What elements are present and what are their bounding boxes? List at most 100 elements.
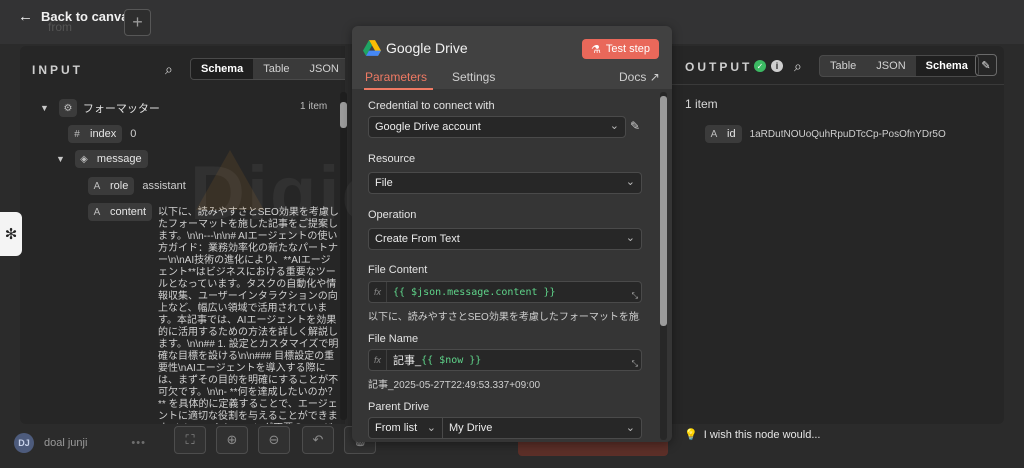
tree-row-message[interactable]: ▼ ◈ message xyxy=(56,150,148,168)
output-tab-json[interactable]: JSON xyxy=(866,56,915,76)
resource-value: File xyxy=(375,177,393,189)
fit-view-button[interactable]: ⛶ xyxy=(174,426,206,454)
output-tab-schema[interactable]: Schema xyxy=(915,56,978,76)
input-scrollbar-thumb[interactable] xyxy=(340,102,347,128)
node-tabs: Parameters Settings Docs ↗ xyxy=(352,66,672,90)
resource-select[interactable]: File ⌄ xyxy=(368,172,642,194)
chevron-down-icon: ⌄ xyxy=(625,176,635,188)
field-pill-id[interactable]: A id xyxy=(705,125,742,143)
node-icon: ⚙ xyxy=(58,99,77,117)
input-tab-table[interactable]: Table xyxy=(253,59,299,79)
parent-drive-mode-select[interactable]: From list ⌄ xyxy=(369,418,443,438)
node-scrollbar[interactable] xyxy=(660,92,667,440)
chevron-down-icon[interactable]: ▼ xyxy=(56,154,65,164)
expression-icon: fx xyxy=(369,350,387,370)
string-type-icon: A xyxy=(93,180,101,192)
field-key-id: id xyxy=(727,128,736,140)
divider xyxy=(672,84,1004,85)
output-view-tabs: Table JSON Schema xyxy=(819,55,979,77)
parent-drive-mode: From list xyxy=(375,422,418,434)
node-settings-panel: Google Drive ⚗ Test step Parameters Sett… xyxy=(352,26,672,442)
input-panel: INPUT ⌕ Schema Table JSON ▼ ⚙ フォーマッター 1 … xyxy=(20,46,345,424)
undo-button[interactable]: ↶ xyxy=(302,426,334,454)
success-check-icon: ✓ xyxy=(754,60,766,72)
field-pill-index[interactable]: # index xyxy=(68,125,123,143)
test-step-label: Test step xyxy=(605,43,650,55)
output-tab-table[interactable]: Table xyxy=(820,56,866,76)
field-key-message: message xyxy=(96,153,142,165)
add-node-button[interactable]: + xyxy=(124,9,151,36)
user-menu[interactable]: DJ doal junji ••• xyxy=(14,433,146,453)
node-header: Google Drive ⚗ Test step Parameters Sett… xyxy=(352,26,672,90)
tree-row-index[interactable]: # index 0 xyxy=(68,125,136,143)
file-name-preview: 記事_2025-05-27T22:49:53.337+09:00 xyxy=(368,380,541,391)
output-panel: OUTPUT ✓ i ⌕ Table JSON Schema ✎ 1 item … xyxy=(672,46,1004,424)
tree-row-role[interactable]: A role assistant xyxy=(88,177,186,195)
openai-icon: ✻ xyxy=(4,226,18,243)
watermark-logo-mark xyxy=(196,150,264,210)
input-scrollbar[interactable] xyxy=(340,92,347,420)
tab-parameters[interactable]: Parameters xyxy=(365,70,427,84)
file-content-expression: {{ $json.message.content }} xyxy=(393,286,556,298)
avatar: DJ xyxy=(14,433,34,453)
credential-select[interactable]: Google Drive account ⌄ xyxy=(368,116,626,138)
input-tab-json[interactable]: JSON xyxy=(300,59,346,79)
field-key-content: content xyxy=(110,206,147,218)
output-title: OUTPUT xyxy=(685,60,753,74)
back-to-canvas-button[interactable]: ← Back to canvas xyxy=(18,8,136,25)
node-title: Google Drive xyxy=(386,40,468,56)
chevron-down-icon[interactable]: ▼ xyxy=(40,103,49,113)
file-name-label: File Name xyxy=(368,333,419,345)
expand-icon[interactable]: ⤡ xyxy=(632,359,638,369)
parent-drive-value: My Drive xyxy=(449,422,493,434)
credential-value: Google Drive account xyxy=(375,121,481,133)
tree-row-node[interactable]: ▼ ⚙ フォーマッター xyxy=(40,99,160,117)
string-type-icon: A xyxy=(93,206,101,218)
credential-label: Credential to connect with xyxy=(368,100,495,112)
node-scrollbar-thumb[interactable] xyxy=(660,96,667,326)
tab-settings[interactable]: Settings xyxy=(452,70,495,84)
input-view-tabs: Schema Table JSON xyxy=(190,58,345,80)
file-name-input[interactable]: fx 記事_ {{ $now }} ⤡ xyxy=(368,349,642,371)
input-item-count: 1 item xyxy=(300,101,328,112)
field-value-role: assistant xyxy=(142,180,186,192)
zoom-in-icon: ⊕ xyxy=(226,432,238,447)
more-icon[interactable]: ••• xyxy=(131,437,146,449)
parent-drive-select[interactable]: My Drive ⌄ xyxy=(443,418,641,438)
field-pill-content[interactable]: A content xyxy=(88,203,153,221)
file-content-input[interactable]: fx {{ $json.message.content }} ⤡ xyxy=(368,281,642,303)
zoom-in-button[interactable]: ⊕ xyxy=(216,426,248,454)
field-value-content: 以下に、読みやすさとSEO効果を考慮したフォーマットを施した記事をご提案します。… xyxy=(158,207,339,424)
ai-assistant-tab[interactable]: ✻ xyxy=(0,212,22,256)
output-item-count: 1 item xyxy=(685,97,718,111)
input-tab-schema[interactable]: Schema xyxy=(191,59,254,79)
edit-credential-icon[interactable]: ✎ xyxy=(630,119,640,133)
zoom-out-icon: ⊖ xyxy=(268,432,280,447)
input-title: INPUT xyxy=(32,63,83,77)
flask-icon: ⚗ xyxy=(591,43,601,56)
number-type-icon: # xyxy=(74,128,80,140)
external-link-icon: ↗ xyxy=(649,70,660,84)
docs-link[interactable]: Docs ↗ xyxy=(619,70,660,84)
resource-label: Resource xyxy=(368,153,416,165)
operation-value: Create From Text xyxy=(375,233,460,245)
search-icon[interactable]: ⌕ xyxy=(794,58,802,75)
ghost-node-label: from xyxy=(48,20,72,34)
chevron-down-icon: ⌄ xyxy=(426,422,436,434)
operation-select[interactable]: Create From Text ⌄ xyxy=(368,228,642,250)
edit-output-button[interactable]: ✎ xyxy=(975,54,997,76)
field-pill-role[interactable]: A role xyxy=(88,177,135,195)
pencil-icon: ✎ xyxy=(981,59,991,72)
field-pill-message[interactable]: ◈ message xyxy=(74,150,148,168)
operation-label: Operation xyxy=(368,209,417,221)
test-step-button[interactable]: ⚗ Test step xyxy=(582,39,659,59)
field-key-index: index xyxy=(90,128,117,140)
output-field-id[interactable]: A id 1aRDutNOUoQuhRpuDTcCp-PosOfnYDr5O xyxy=(705,125,946,143)
search-icon[interactable]: ⌕ xyxy=(165,61,173,78)
feedback-link[interactable]: 💡 I wish this node would... xyxy=(684,428,821,442)
tree-row-content[interactable]: A content xyxy=(88,203,153,221)
zoom-out-button[interactable]: ⊖ xyxy=(258,426,290,454)
fit-view-icon: ⛶ xyxy=(185,432,195,447)
expand-icon[interactable]: ⤡ xyxy=(632,291,638,301)
info-icon[interactable]: i xyxy=(771,60,783,72)
